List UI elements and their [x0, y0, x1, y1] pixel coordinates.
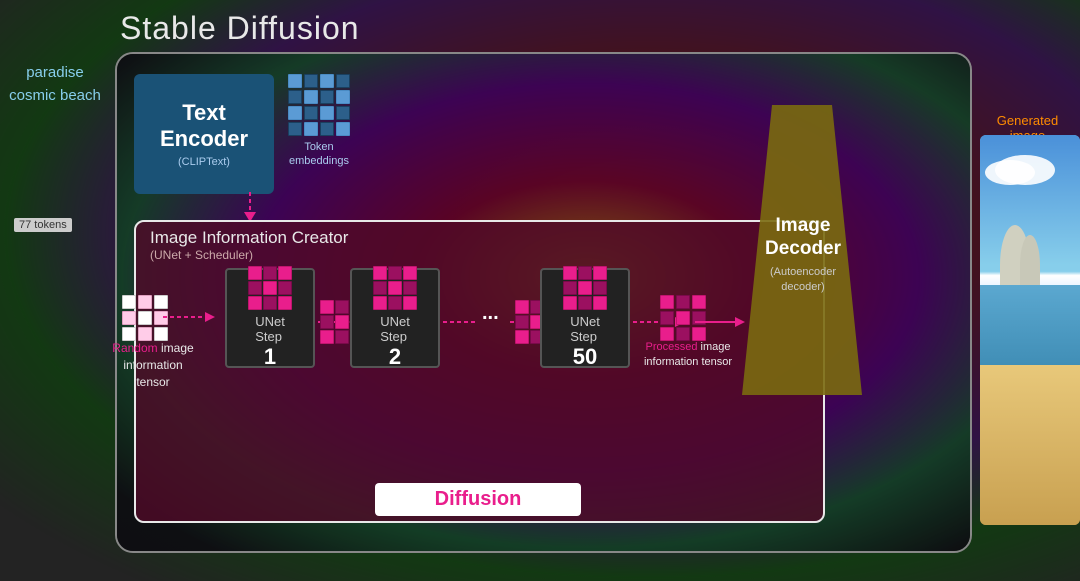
unet2-label: UNetStep	[380, 314, 410, 344]
unet50-label: UNetStep	[570, 314, 600, 344]
decoder-text: ImageDecoder (Autoencoderdecoder)	[748, 215, 858, 295]
unet2-number: 2	[389, 344, 401, 370]
text-encoder-label: TextEncoder	[160, 100, 248, 153]
unet50-number: 50	[573, 344, 597, 370]
prompt-label: paradise cosmic beach	[9, 64, 101, 104]
prompt-text: paradise cosmic beach	[0, 58, 110, 111]
unet1-label: UNetStep	[255, 314, 285, 344]
unet-step-2: UNetStep 2	[350, 268, 440, 368]
decoder-sublabel: (Autoencoderdecoder)	[748, 265, 858, 296]
iic-box	[134, 220, 825, 523]
arrow-to-unet1	[163, 308, 223, 326]
processed-tensor-label: Processed imageinformation tensor	[638, 340, 738, 371]
iic-subtitle: (UNet + Scheduler)	[150, 248, 253, 262]
unet2-grid	[373, 266, 417, 310]
processed-highlight: Processed	[645, 341, 697, 353]
token-embeddings-grid	[288, 74, 350, 136]
text-encoder-box: TextEncoder (CLIPText)	[134, 74, 274, 194]
iic-title: Image Information Creator	[150, 228, 348, 248]
decoder-label: ImageDecoder	[748, 215, 858, 261]
unet50-grid	[563, 266, 607, 310]
diffusion-bar: Diffusion	[134, 483, 822, 516]
unet-step-1: UNetStep 1	[225, 268, 315, 368]
generated-image	[980, 135, 1080, 525]
unet1-grid	[248, 266, 292, 310]
random-tensor-grid	[122, 295, 168, 341]
random-highlight: Random	[112, 341, 157, 355]
unet1-number: 1	[264, 344, 276, 370]
page-title: Stable Diffusion	[120, 10, 360, 47]
tokens-badge: 77 tokens	[14, 218, 72, 232]
token-label: Tokenembeddings	[289, 140, 349, 169]
dots-label: ...	[482, 302, 499, 325]
unet-step-50: UNetStep 50	[540, 268, 630, 368]
token-embeddings-container: Tokenembeddings	[288, 74, 350, 169]
diffusion-label: Diffusion	[375, 483, 582, 516]
random-tensor-label: Random imageinformation tensor	[108, 340, 198, 390]
arrow-unet2-dots	[443, 313, 483, 331]
text-encoder-sublabel: (CLIPText)	[178, 156, 230, 168]
main-container: Stable Diffusion paradise cosmic beach 7…	[0, 0, 1080, 581]
arrow-down-svg	[200, 192, 300, 222]
random-tensor-container	[122, 295, 168, 341]
